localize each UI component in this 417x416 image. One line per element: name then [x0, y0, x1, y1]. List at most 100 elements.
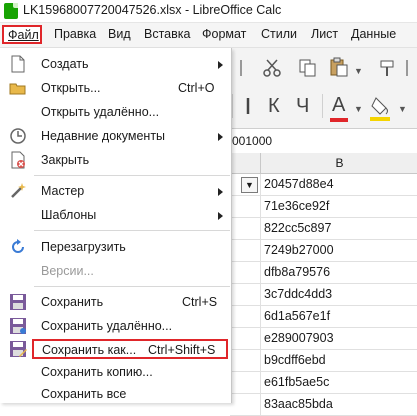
menu-item-save-as[interactable]: Сохранить как... Ctrl+Shift+S	[32, 339, 228, 359]
menu-item-templates[interactable]: Шаблоны	[0, 203, 230, 227]
cell-a[interactable]	[230, 372, 260, 393]
menu-item-label: Шаблоны	[41, 208, 97, 222]
table-row: 83aac85bda	[230, 394, 417, 416]
calc-app-icon	[4, 3, 18, 19]
menu-file[interactable]: Файл	[2, 25, 42, 44]
menu-item-shortcut: Ctrl+S	[182, 295, 218, 309]
cell-b[interactable]: e289007903	[260, 328, 417, 349]
cell-b[interactable]: 3c7ddc4dd3	[260, 284, 417, 305]
cell-b[interactable]: 20457d88e4	[260, 174, 417, 195]
cell-a[interactable]	[230, 218, 260, 239]
font-color-dropdown-icon[interactable]: ▼	[354, 104, 363, 114]
submenu-arrow-icon	[218, 188, 223, 196]
table-row: 822cc5c897	[230, 218, 417, 240]
toolbar: ▼ К Ч A ▼ ▼	[230, 48, 417, 128]
menu-item-label: Версии...	[41, 264, 94, 278]
menu-sheet[interactable]: Лист	[311, 27, 338, 41]
menu-item-label: Открыть...	[41, 81, 101, 95]
autofilter-dropdown-button[interactable]: ▼	[241, 177, 258, 193]
cell-a[interactable]	[230, 394, 260, 415]
recent-clock-icon	[9, 127, 27, 145]
menu-separator	[34, 230, 230, 231]
cell-b[interactable]: 822cc5c897	[260, 218, 417, 239]
copy-icon[interactable]	[298, 58, 318, 83]
table-row: b9cdff6ebd	[230, 350, 417, 372]
table-row: e289007903	[230, 328, 417, 350]
underline-button[interactable]: Ч	[296, 95, 309, 118]
cut-icon[interactable]	[262, 58, 282, 83]
save-as-icon	[9, 340, 27, 358]
menu-item-close[interactable]: Закрыть	[0, 148, 230, 172]
menu-styles[interactable]: Стили	[261, 27, 297, 41]
menu-item-wizard[interactable]: Мастер	[0, 179, 230, 203]
submenu-arrow-icon	[218, 61, 223, 69]
menu-edit[interactable]: Правка	[54, 27, 96, 41]
cell-b[interactable]: dfb8a79576	[260, 262, 417, 283]
paste-icon[interactable]	[328, 56, 350, 83]
menu-item-open[interactable]: Открыть... Ctrl+O	[0, 76, 230, 100]
menu-view[interactable]: Вид	[108, 27, 131, 41]
highlighting-color-icon[interactable]	[370, 94, 392, 127]
menu-item-recent[interactable]: Недавние документы	[0, 124, 230, 148]
menu-format[interactable]: Формат	[202, 27, 246, 41]
close-doc-icon	[9, 151, 27, 169]
font-color-bar	[330, 118, 348, 122]
cell-b[interactable]: 7249b27000	[260, 240, 417, 261]
new-doc-icon	[9, 55, 27, 73]
submenu-arrow-icon	[218, 212, 223, 220]
cell-a[interactable]	[230, 306, 260, 327]
save-remote-icon	[9, 317, 27, 335]
italic-button[interactable]	[244, 96, 258, 122]
clone-formatting-icon[interactable]	[378, 58, 398, 83]
cell-b[interactable]: b9cdff6ebd	[260, 350, 417, 371]
formula-input[interactable]: 001000	[232, 134, 272, 148]
wizard-wand-icon	[9, 182, 27, 200]
menu-item-new[interactable]: Создать	[0, 52, 230, 76]
table-row: 20457d88e4	[230, 174, 417, 196]
window-title: LK15968007720047526.xlsx - LibreOffice C…	[23, 3, 282, 17]
open-folder-icon	[9, 79, 27, 97]
cell-b[interactable]: 83aac85bda	[260, 394, 417, 415]
font-color-button[interactable]: A	[330, 94, 348, 122]
menu-file-label: Файл	[8, 28, 39, 42]
cell-b[interactable]: 71e36ce92f	[260, 196, 417, 217]
menu-item-label: Открыть удалённо...	[41, 105, 160, 119]
menu-item-save-copy[interactable]: Сохранить копию...	[0, 360, 230, 384]
paste-dropdown-icon[interactable]: ▼	[354, 66, 363, 76]
menu-item-label: Мастер	[41, 184, 85, 198]
menu-item-shortcut: Ctrl+Shift+S	[148, 343, 216, 357]
cell-a[interactable]	[230, 240, 260, 261]
menu-data[interactable]: Данные	[351, 27, 396, 41]
highlight-dropdown-icon[interactable]: ▼	[398, 104, 407, 114]
font-color-letter: A	[332, 94, 346, 116]
cell-a[interactable]	[230, 284, 260, 305]
menu-item-label: Закрыть	[41, 153, 90, 167]
menu-bar: Файл Правка Вид Вставка Формат Стили Лис…	[0, 23, 417, 48]
menu-item-label: Недавние документы	[41, 129, 166, 143]
toolbar-separator	[322, 94, 323, 118]
cell-b[interactable]: e61fb5ae5c	[260, 372, 417, 393]
toolbar-overflow-icon[interactable]	[238, 58, 248, 83]
cell-a[interactable]	[230, 262, 260, 283]
title-bar: LK15968007720047526.xlsx - LibreOffice C…	[0, 0, 417, 23]
formula-bar[interactable]: 001000	[230, 128, 417, 154]
bold-k-button[interactable]: К	[268, 95, 280, 118]
save-icon	[9, 293, 27, 311]
menu-item-label: Сохранить все	[41, 387, 127, 401]
menu-item-save[interactable]: Сохранить Ctrl+S	[0, 290, 230, 314]
menu-item-save-all[interactable]: Сохранить все	[0, 382, 230, 406]
cell-a[interactable]	[230, 196, 260, 217]
menu-item-open-remote[interactable]: Открыть удалённо...	[0, 100, 230, 124]
table-row: 7249b27000	[230, 240, 417, 262]
cell-a[interactable]	[230, 328, 260, 349]
toolbar-more-icon[interactable]	[404, 58, 414, 83]
menu-separator	[34, 175, 230, 176]
column-header-b[interactable]: B	[260, 153, 417, 173]
menu-item-save-remote[interactable]: Сохранить удалённо...	[0, 314, 230, 338]
menu-item-reload[interactable]: Перезагрузить	[0, 235, 230, 259]
menu-item-shortcut: Ctrl+O	[178, 81, 215, 95]
file-menu: Создать Открыть... Ctrl+O Открыть удалён…	[0, 48, 232, 403]
menu-insert[interactable]: Вставка	[144, 27, 190, 41]
cell-b[interactable]: 6d1a567e1f	[260, 306, 417, 327]
cell-a[interactable]	[230, 350, 260, 371]
